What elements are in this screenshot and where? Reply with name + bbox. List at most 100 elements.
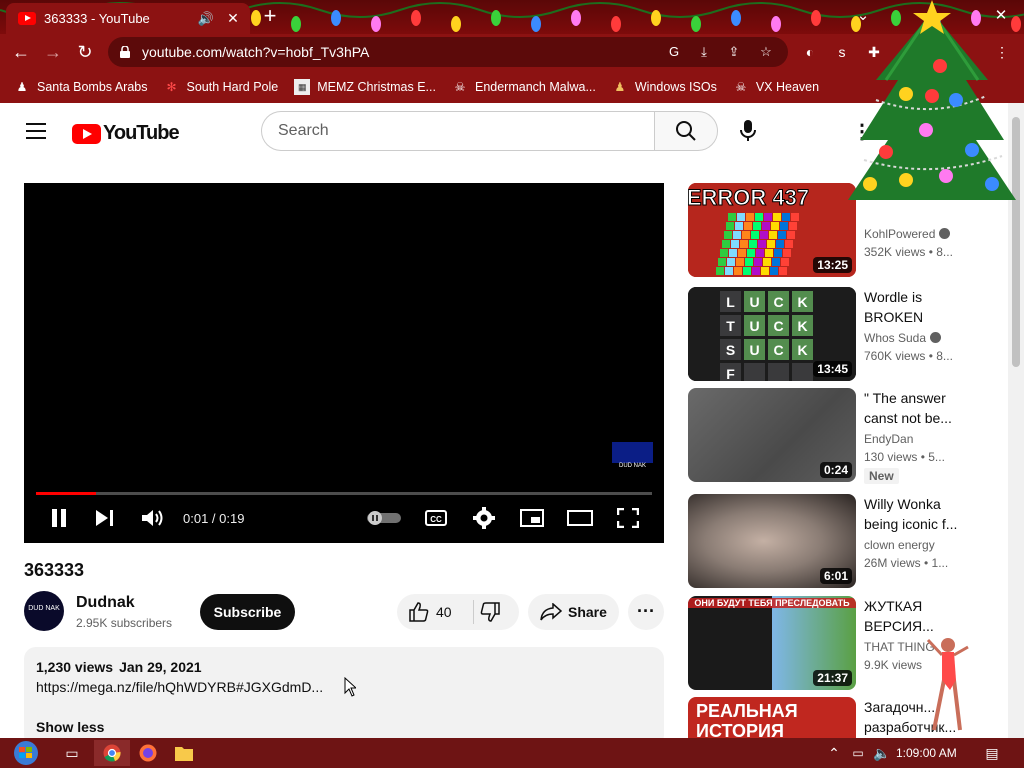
speaker-icon[interactable]: 🔊 (198, 11, 214, 27)
subscribe-button[interactable]: Subscribe (200, 594, 295, 630)
tab-youtube[interactable]: 363333 - YouTube 🔊 ✕ (6, 3, 250, 34)
wordle-letter: K (797, 318, 807, 334)
bookmark-item[interactable]: ♟ Windows ISOs (612, 79, 716, 95)
progress-bar[interactable] (36, 492, 652, 495)
share-arrow-icon (540, 603, 562, 621)
hamburger-menu-icon[interactable] (26, 123, 46, 139)
fullscreen-button[interactable] (616, 506, 640, 530)
video-thumbnail[interactable]: 6:01 (688, 494, 856, 588)
settings-button[interactable] (472, 506, 496, 530)
captions-button[interactable]: CC (424, 506, 448, 530)
dislike-button[interactable] (474, 594, 519, 630)
channel-name[interactable]: KohlPowered (864, 227, 951, 241)
extension-flag-icon[interactable]: ◐ (800, 42, 820, 62)
channel-avatar[interactable]: DUD NAK (24, 591, 64, 631)
light-bulb (731, 10, 741, 26)
pixel-block (729, 249, 737, 257)
install-app-icon[interactable]: ⤓ (694, 42, 714, 62)
video-thumbnail[interactable]: РЕАЛЬНАЯ ИСТОРИЯ (688, 697, 856, 739)
google-lens-icon[interactable]: G (664, 42, 684, 62)
address-bar[interactable]: youtube.com/watch?v=hobf_Tv3hPA G ⤓ ⇪ ☆ (108, 37, 788, 67)
search-button[interactable] (654, 111, 718, 151)
description-link[interactable]: https://mega.nz/file/hQhWDYRB#JGXGdmD... (36, 679, 323, 695)
video-thumbnail[interactable]: ОНИ БУДУТ ТЕБЯ ПРЕСЛЕДОВАТЬ 21:37 (688, 596, 856, 690)
pixel-block (783, 249, 791, 257)
channel-name[interactable]: clown energy (864, 538, 935, 552)
subscriber-count: 2.95K subscribers (76, 616, 173, 630)
video-title[interactable]: Wordle is BROKEN (864, 287, 972, 327)
close-tab-icon[interactable]: ✕ (224, 10, 242, 27)
autoplay-toggle[interactable] (367, 506, 401, 530)
pixel-block (787, 231, 795, 239)
pixel-block (743, 267, 751, 275)
voice-search-button[interactable] (728, 111, 768, 151)
video-title[interactable]: ЖУТКАЯ ВЕРСИЯ... (864, 596, 972, 636)
bookmark-item[interactable]: ☠ VX Heaven (733, 79, 819, 95)
video-thumbnail[interactable]: LUCKTUCKSUCKF 13:45 (688, 287, 856, 381)
light-bulb (411, 10, 421, 26)
youtube-logo[interactable]: YouTube (72, 122, 180, 145)
theater-mode-button[interactable] (566, 506, 594, 530)
view-count: 9.9K views (864, 658, 923, 672)
url-text[interactable]: youtube.com/watch?v=hobf_Tv3hPA (142, 44, 369, 60)
taskbar-clock[interactable]: 1:09:00 AM (896, 746, 957, 760)
video-player[interactable]: DUD NAK 0:01 / 0:19 CC (24, 183, 664, 543)
channel-watermark[interactable]: DUD NAK (612, 442, 653, 469)
forward-icon[interactable]: → (40, 40, 66, 64)
chevron-up-icon[interactable]: ⌃ (822, 740, 846, 766)
volume-tray-icon[interactable]: 🔈 (870, 740, 894, 766)
folder-icon (175, 747, 193, 761)
chrome-taskbar-icon[interactable] (94, 740, 130, 766)
light-bulb (451, 16, 461, 32)
share-button[interactable]: Share (528, 594, 619, 630)
pause-button[interactable] (48, 506, 70, 530)
ornament (899, 173, 913, 187)
notification-center-icon[interactable]: ▤ (978, 740, 1006, 766)
bookmark-item[interactable]: ✻ South Hard Pole (163, 79, 278, 95)
file-explorer-taskbar-icon[interactable] (166, 740, 202, 766)
snowflake-icon: ✻ (166, 79, 177, 94)
back-icon[interactable]: ← (8, 40, 34, 64)
more-actions-icon[interactable]: ··· (628, 594, 664, 630)
bookmark-item[interactable]: ☠ Endermanch Malwa... (452, 79, 596, 95)
miniplayer-icon (520, 509, 544, 527)
video-thumbnail[interactable]: ERROR 437 13:25 (688, 183, 856, 277)
pixel-block (720, 249, 728, 257)
reload-icon[interactable]: ↻ (72, 40, 98, 64)
recommended-video[interactable]: LUCKTUCKSUCKF 13:45 Wordle is BROKEN Who… (688, 287, 998, 381)
video-thumbnail[interactable]: 0:24 (688, 388, 856, 482)
miniplayer-button[interactable] (519, 506, 545, 530)
description-box[interactable]: 1,230 views Jan 29, 2021 https://mega.nz/… (24, 647, 664, 747)
wordle-letter: F (726, 366, 735, 381)
search-input[interactable] (261, 111, 655, 151)
new-tab-button[interactable]: + (258, 5, 282, 29)
tab-title: 363333 - YouTube (44, 11, 150, 26)
recommended-video[interactable]: 0:24 " The answer canst not be... EndyDa… (688, 388, 998, 484)
recommended-video[interactable]: 6:01 Willy Wonka being iconic f... clown… (688, 494, 998, 588)
channel-name[interactable]: EndyDan (864, 432, 913, 446)
channel-name[interactable]: Dudnak (76, 594, 135, 612)
show-less-button[interactable]: Show less (36, 719, 104, 735)
network-icon[interactable]: ▭ (846, 740, 870, 766)
channel-name[interactable]: Whos Suda (864, 331, 942, 345)
like-button[interactable]: 40 (397, 594, 473, 630)
pixel-block (733, 231, 741, 239)
bookmark-item[interactable]: ▦ MEMZ Christmas E... (294, 78, 436, 95)
share-page-icon[interactable]: ⇪ (724, 42, 744, 62)
like-dislike-group: 40 (397, 594, 519, 630)
video-title[interactable]: " The answer canst not be... (864, 388, 972, 428)
bookmark-item[interactable]: ♟ Santa Bombs Arabs (14, 79, 148, 95)
firefox-taskbar-icon[interactable] (130, 740, 166, 766)
video-title[interactable]: Willy Wonka being iconic f... (864, 494, 972, 534)
start-button[interactable] (6, 740, 46, 766)
volume-button[interactable] (141, 506, 165, 530)
pixel-block (779, 267, 787, 275)
pixel-block (738, 249, 746, 257)
svg-text:CC: CC (430, 515, 442, 524)
ornament (933, 59, 947, 73)
pixel-block (752, 267, 760, 275)
lock-icon (120, 46, 130, 58)
task-view-icon[interactable]: ▭ (54, 740, 90, 766)
bookmark-star-icon[interactable]: ☆ (756, 42, 776, 62)
next-button[interactable] (94, 506, 116, 530)
